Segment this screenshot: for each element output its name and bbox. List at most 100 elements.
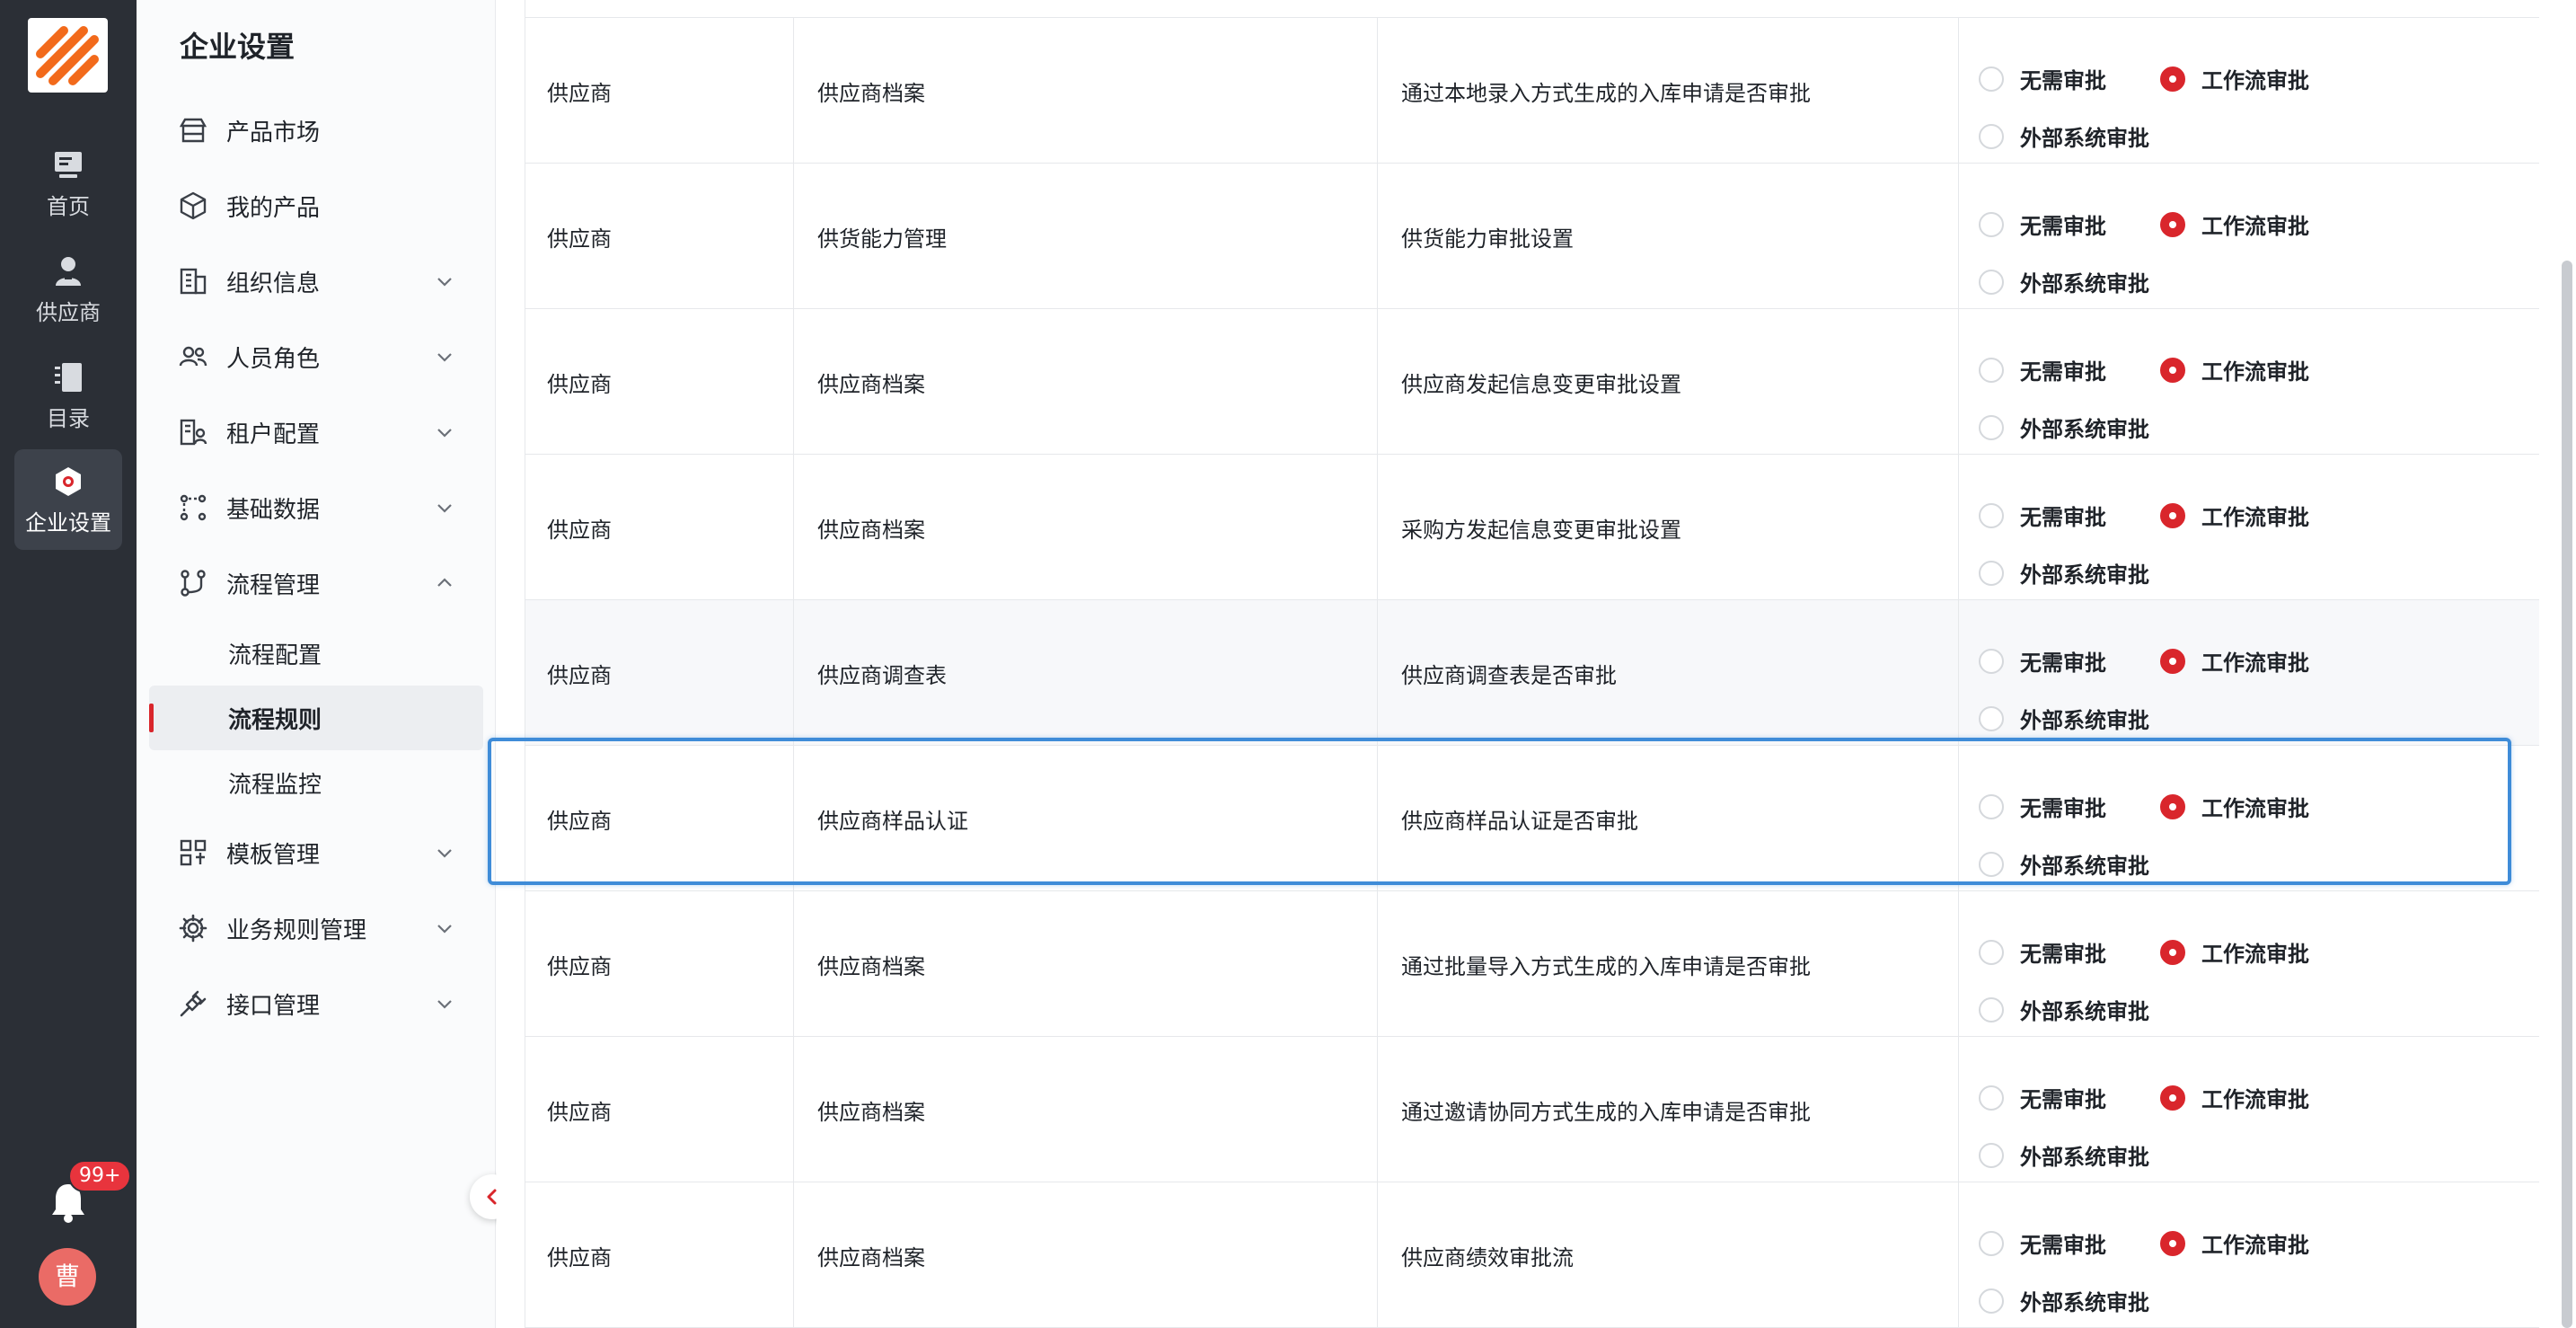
table-top-edge — [525, 0, 2539, 18]
radio-external-approval[interactable]: 外部系统审批 — [1979, 557, 2149, 589]
radio-circle[interactable] — [1979, 211, 2004, 237]
sidebar-item-my-products[interactable]: 我的产品 — [137, 174, 496, 237]
radio-workflow-approval[interactable]: 工作流审批 — [2160, 63, 2309, 94]
sidebar-subitem-process-config[interactable]: 流程配置 — [149, 621, 483, 686]
radio-circle[interactable] — [2160, 357, 2185, 383]
radio-workflow-approval[interactable]: 工作流审批 — [2160, 936, 2309, 968]
radio-label: 外部系统审批 — [2020, 126, 2149, 151]
building-icon — [180, 268, 207, 295]
radio-no-approval[interactable]: 无需审批 — [1979, 500, 2106, 531]
radio-circle[interactable] — [1979, 1142, 2004, 1168]
chevron-down-icon — [437, 849, 452, 858]
radio-circle[interactable] — [2160, 66, 2185, 92]
monitor-icon — [55, 152, 82, 178]
sidebar-item-people-roles[interactable]: 人员角色 — [137, 325, 496, 388]
radio-circle[interactable] — [2160, 502, 2185, 528]
module-cell: 供应商 — [525, 600, 794, 746]
rail-item-enterprise-settings[interactable]: 企业设置 — [14, 449, 122, 550]
radio-no-approval[interactable]: 无需审批 — [1979, 1227, 2106, 1259]
radio-workflow-approval[interactable]: 工作流审批 — [2160, 791, 2309, 822]
radio-no-approval[interactable]: 无需审批 — [1979, 936, 2106, 968]
radio-circle[interactable] — [1979, 851, 2004, 877]
radio-external-approval[interactable]: 外部系统审批 — [1979, 848, 2149, 880]
radio-circle[interactable] — [1979, 269, 2004, 295]
rail-item-home[interactable]: 首页 — [14, 133, 122, 234]
table-row: 供应商 供应商档案 采购方发起信息变更审批设置 无需审批 工作流审批 外部系统审批 — [525, 455, 2539, 600]
radio-external-approval[interactable]: 外部系统审批 — [1979, 994, 2149, 1025]
users-icon — [179, 346, 207, 367]
radio-external-approval[interactable]: 外部系统审批 — [1979, 703, 2149, 734]
radio-circle[interactable] — [2160, 211, 2185, 237]
table-row: 供应商 供应商档案 供应商发起信息变更审批设置 无需审批 工作流审批 外部系统审批 — [525, 309, 2539, 455]
radio-label: 工作流审批 — [2201, 214, 2309, 239]
radio-workflow-approval[interactable]: 工作流审批 — [2160, 645, 2309, 677]
data-icon — [180, 494, 207, 521]
radio-circle[interactable] — [1979, 1230, 2004, 1256]
module-cell: 供应商 — [525, 18, 794, 164]
radio-circle[interactable] — [1979, 996, 2004, 1023]
radio-circle[interactable] — [1979, 357, 2004, 383]
radio-workflow-approval[interactable]: 工作流审批 — [2160, 208, 2309, 240]
person-icon — [56, 257, 81, 286]
module-cell: 供应商 — [525, 309, 794, 455]
radio-external-approval[interactable]: 外部系统审批 — [1979, 266, 2149, 297]
scrollbar[interactable] — [2562, 261, 2572, 1328]
radio-external-approval[interactable]: 外部系统审批 — [1979, 1285, 2149, 1316]
avatar[interactable]: 曹 — [39, 1248, 96, 1306]
approval-cell: 无需审批 工作流审批外部系统审批 — [1959, 18, 2539, 164]
radio-no-approval[interactable]: 无需审批 — [1979, 645, 2106, 677]
radio-circle[interactable] — [2160, 1230, 2185, 1256]
radio-circle[interactable] — [2160, 1085, 2185, 1111]
sidebar-item-base-data[interactable]: 基础数据 — [137, 476, 496, 539]
template-icon — [180, 839, 207, 866]
radio-circle[interactable] — [1979, 1288, 2004, 1314]
module-cell: 供应商 — [525, 1037, 794, 1182]
notification-badge: 99+ — [68, 1160, 132, 1192]
rail-item-supplier[interactable]: 供应商 — [14, 239, 122, 340]
radio-circle[interactable] — [1979, 793, 2004, 819]
radio-workflow-approval[interactable]: 工作流审批 — [2160, 500, 2309, 531]
sidebar-item-business-rules[interactable]: 业务规则管理 — [137, 897, 496, 960]
table-row: 供应商 供应商档案 供应商绩效审批流 无需审批 工作流审批 外部系统审批 — [525, 1182, 2539, 1328]
sidebar-item-template-management[interactable]: 模板管理 — [137, 821, 496, 884]
radio-circle[interactable] — [1979, 939, 2004, 965]
radio-circle[interactable] — [1979, 123, 2004, 149]
radio-circle[interactable] — [1979, 560, 2004, 586]
sidebar-item-process-management[interactable]: 流程管理 — [137, 552, 496, 615]
radio-external-approval[interactable]: 外部系统审批 — [1979, 1139, 2149, 1171]
radio-external-approval[interactable]: 外部系统审批 — [1979, 120, 2149, 152]
radio-workflow-approval[interactable]: 工作流审批 — [2160, 1227, 2309, 1259]
radio-circle[interactable] — [1979, 1085, 2004, 1111]
rule-cell: 供应商发起信息变更审批设置 — [1378, 309, 1959, 455]
radio-circle[interactable] — [2160, 793, 2185, 819]
sidebar-subitem-label: 流程规则 — [228, 706, 322, 734]
radio-label: 无需审批 — [2020, 359, 2106, 385]
radio-circle[interactable] — [1979, 648, 2004, 674]
sidebar-subitem-process-rules[interactable]: 流程规则 — [149, 686, 483, 750]
radio-no-approval[interactable]: 无需审批 — [1979, 791, 2106, 822]
radio-circle[interactable] — [2160, 648, 2185, 674]
radio-circle[interactable] — [2160, 939, 2185, 965]
sidebar-item-api-management[interactable]: 接口管理 — [137, 972, 496, 1035]
sidebar-item-org-info[interactable]: 组织信息 — [137, 250, 496, 313]
radio-no-approval[interactable]: 无需审批 — [1979, 208, 2106, 240]
radio-circle[interactable] — [1979, 414, 2004, 440]
radio-circle[interactable] — [1979, 502, 2004, 528]
store-icon — [179, 118, 207, 143]
radio-no-approval[interactable]: 无需审批 — [1979, 354, 2106, 385]
radio-label: 外部系统审批 — [2020, 417, 2149, 442]
brand-logo-icon[interactable] — [28, 18, 108, 93]
radio-workflow-approval[interactable]: 工作流审批 — [2160, 354, 2309, 385]
radio-no-approval[interactable]: 无需审批 — [1979, 63, 2106, 94]
rail-item-catalog[interactable]: 目录 — [14, 345, 122, 446]
radio-circle[interactable] — [1979, 705, 2004, 731]
radio-external-approval[interactable]: 外部系统审批 — [1979, 412, 2149, 443]
sidebar-item-tenant-config[interactable]: 租户配置 — [137, 401, 496, 464]
sidebar-subitem-process-monitor[interactable]: 流程监控 — [149, 750, 483, 815]
sidebar-item-product-market[interactable]: 产品市场 — [137, 99, 496, 162]
radio-circle[interactable] — [1979, 66, 2004, 92]
approval-cell: 无需审批 工作流审批 外部系统审批 — [1959, 1037, 2539, 1182]
radio-no-approval[interactable]: 无需审批 — [1979, 1082, 2106, 1113]
radio-workflow-approval[interactable]: 工作流审批 — [2160, 1082, 2309, 1113]
business-cell: 供应商样品认证 — [794, 746, 1378, 891]
